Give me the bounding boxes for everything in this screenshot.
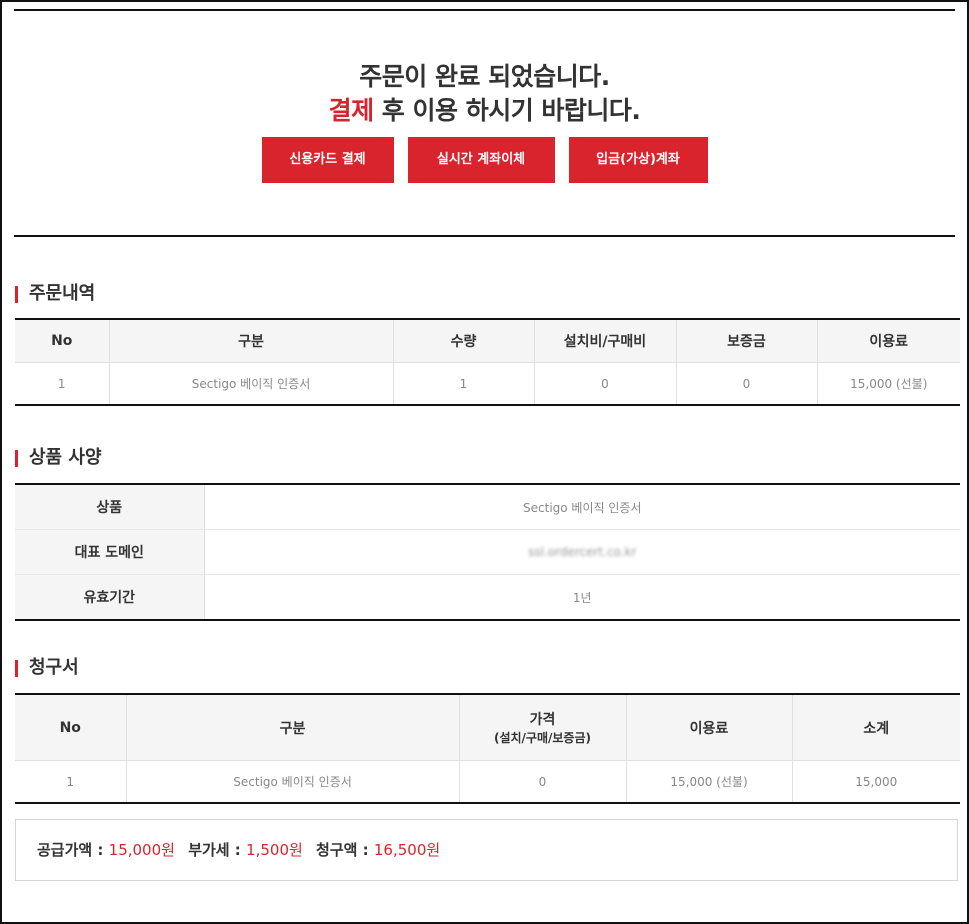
col-deposit: 보증금 xyxy=(676,319,818,363)
cell-category: Sectigo 베이직 인증서 xyxy=(126,760,460,803)
spec-key-validity: 유효기간 xyxy=(15,574,205,620)
col-price-sub: (설치/구매/보증금) xyxy=(493,731,591,745)
headline-line2-rest: 후 이용 하시기 바랍니다. xyxy=(373,96,641,125)
order-table: No 구분 수량 설치비/구매비 보증금 이용료 1 Sectigo 베이직 인… xyxy=(15,318,960,406)
cell-no: 1 xyxy=(15,362,110,405)
cell-usage-fee: 15,000 (선불) xyxy=(626,760,793,803)
supply-label: 공급가액 : xyxy=(37,841,104,859)
invoice-table: No 구분 가격 (설치/구매/보증금) 이용료 소계 1 Sectigo 베이직… xyxy=(15,693,960,804)
total-label: 청구액 : xyxy=(316,841,369,859)
col-subtotal: 소계 xyxy=(792,694,960,761)
col-category: 구분 xyxy=(126,694,460,761)
realtime-transfer-button[interactable]: 실시간 계좌이체 xyxy=(407,137,555,183)
spec-section-title: 상품 사양 xyxy=(15,447,102,469)
domain-value-blurred: ssl.ordercert.co.kr xyxy=(528,545,637,559)
credit-card-payment-button[interactable]: 신용카드 결제 xyxy=(261,137,394,183)
completion-message: 주문이 완료 되었습니다. 결제 후 이용 하시기 바랍니다. xyxy=(2,60,967,128)
cell-quantity: 1 xyxy=(393,362,535,405)
table-row: 대표 도메인 ssl.ordercert.co.kr xyxy=(15,529,960,575)
cell-price: 0 xyxy=(459,760,627,803)
total-value: 16,500원 xyxy=(373,841,441,859)
order-section-title: 주문내역 xyxy=(15,283,95,305)
vat-value: 1,500원 xyxy=(246,841,303,859)
table-row: 1 Sectigo 베이직 인증서 1 0 0 15,000 (선불) xyxy=(15,362,960,405)
invoice-section-title: 청구서 xyxy=(15,657,79,679)
table-header-row: No 구분 수량 설치비/구매비 보증금 이용료 xyxy=(15,319,960,363)
spec-key-product: 상품 xyxy=(15,484,205,530)
headline-highlight: 결제 xyxy=(328,96,375,125)
col-no: No xyxy=(15,694,127,761)
table-row: 상품 Sectigo 베이직 인증서 xyxy=(15,484,960,530)
col-usage-fee: 이용료 xyxy=(817,319,960,363)
col-price: 가격 (설치/구매/보증금) xyxy=(459,694,627,761)
total-amount: 청구액 : 16,500원 xyxy=(316,841,440,859)
top-divider xyxy=(14,9,955,11)
spec-key-domain: 대표 도메인 xyxy=(15,529,205,575)
page-frame: 주문이 완료 되었습니다. 결제 후 이용 하시기 바랍니다. 신용카드 결제 … xyxy=(0,0,969,924)
col-quantity: 수량 xyxy=(393,319,535,363)
table-header-row: No 구분 가격 (설치/구매/보증금) 이용료 소계 xyxy=(15,694,960,761)
col-usage-fee: 이용료 xyxy=(626,694,793,761)
section-divider xyxy=(14,235,955,237)
billing-summary: 공급가액 : 15,000원 부가세 : 1,500원 청구액 : 16,500… xyxy=(15,819,958,881)
table-row: 유효기간 1년 xyxy=(15,574,960,620)
payment-button-group: 신용카드 결제 실시간 계좌이체 입금(가상)계좌 xyxy=(2,137,967,183)
spec-table: 상품 Sectigo 베이직 인증서 대표 도메인 ssl.ordercert.… xyxy=(15,483,960,621)
virtual-account-button[interactable]: 입금(가상)계좌 xyxy=(568,137,708,183)
col-category: 구분 xyxy=(109,319,394,363)
supply-value: 15,000원 xyxy=(108,841,175,859)
cell-install-fee: 0 xyxy=(534,362,677,405)
supply-amount: 공급가액 : 15,000원 xyxy=(37,841,175,859)
spec-value-domain: ssl.ordercert.co.kr xyxy=(204,529,960,575)
cell-usage-fee: 15,000 (선불) xyxy=(850,377,928,391)
spec-value-product: Sectigo 베이직 인증서 xyxy=(204,484,960,530)
col-install-fee: 설치비/구매비 xyxy=(534,319,677,363)
cell-subtotal: 15,000 xyxy=(855,774,898,789)
cell-no: 1 xyxy=(15,760,127,803)
vat-amount: 부가세 : 1,500원 xyxy=(188,841,303,859)
cell-deposit: 0 xyxy=(676,362,818,405)
vat-label: 부가세 : xyxy=(188,841,241,859)
headline-line2: 결제 후 이용 하시기 바랍니다. xyxy=(2,94,967,128)
cell-category: Sectigo 베이직 인증서 xyxy=(109,362,394,405)
spec-value-validity: 1년 xyxy=(572,590,592,605)
col-price-label: 가격 xyxy=(529,712,556,728)
table-row: 1 Sectigo 베이직 인증서 0 15,000 (선불) 15,000 xyxy=(15,760,960,803)
headline-line1: 주문이 완료 되었습니다. xyxy=(359,62,610,91)
col-no: No xyxy=(15,319,110,363)
